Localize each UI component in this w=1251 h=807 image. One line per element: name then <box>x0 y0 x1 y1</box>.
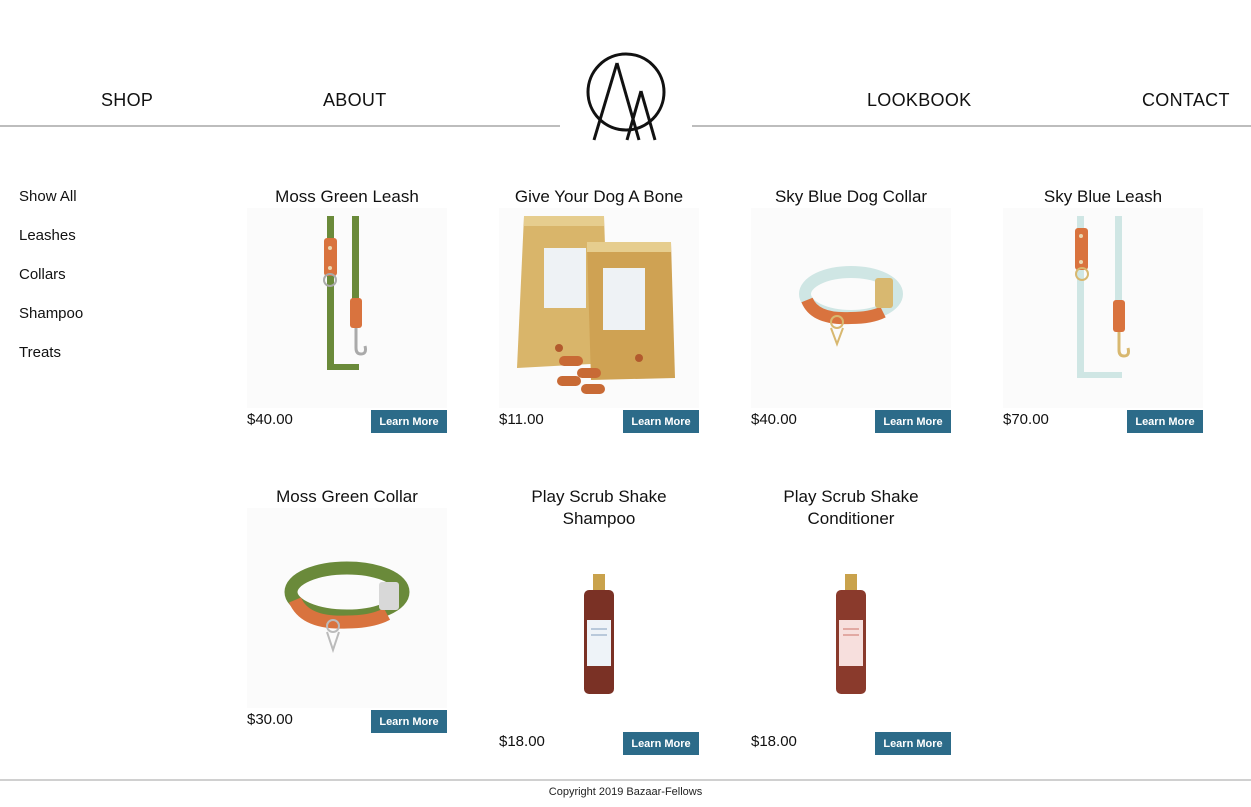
treat-bags-icon <box>517 216 675 394</box>
product-card: Moss Green Leash $40.00 Learn More <box>247 186 447 436</box>
learn-more-button[interactable]: Learn More <box>1127 410 1203 433</box>
nav-divider-right <box>692 125 1251 127</box>
learn-more-button[interactable]: Learn More <box>371 410 447 433</box>
learn-more-button[interactable]: Learn More <box>623 732 699 755</box>
sidebar-item-show-all[interactable]: Show All <box>19 188 77 205</box>
product-card: Sky Blue Dog Collar $40.00 Learn More <box>751 186 951 436</box>
product-card: Give Your Dog A Bone $11.00 Learn More <box>499 186 699 436</box>
product-image[interactable] <box>1003 208 1203 408</box>
conditioner-bottle-icon <box>836 574 866 694</box>
sidebar-item-leashes[interactable]: Leashes <box>19 227 76 244</box>
product-title: Sky Blue Leash <box>1043 187 1163 206</box>
product-card: Sky Blue Leash $70.00 Learn More <box>1003 186 1203 436</box>
green-leash-icon <box>323 216 367 370</box>
product-title: Moss Green Collar <box>276 487 418 506</box>
nav-divider-left <box>0 125 560 127</box>
product-image[interactable] <box>499 530 699 730</box>
product-card: Play Scrub Shake Conditioner $18.00 Lear… <box>751 486 951 758</box>
product-price: $11.00 <box>499 411 544 428</box>
footer-divider <box>0 779 1251 781</box>
product-image[interactable] <box>247 208 447 408</box>
nav-link-about[interactable]: ABOUT <box>323 90 387 111</box>
product-price: $40.00 <box>751 411 797 428</box>
blue-leash-icon <box>1075 216 1130 378</box>
product-title: Play Scrub Shake Conditioner <box>783 487 919 528</box>
product-price: $40.00 <box>247 411 293 428</box>
product-image[interactable] <box>499 208 699 408</box>
learn-more-button[interactable]: Learn More <box>371 710 447 733</box>
learn-more-button[interactable]: Learn More <box>875 732 951 755</box>
sidebar-item-shampoo[interactable]: Shampoo <box>19 305 83 322</box>
footer-copyright: Copyright 2019 Bazaar-Fellows <box>548 786 703 798</box>
sidebar-item-treats[interactable]: Treats <box>19 344 61 361</box>
product-title: Give Your Dog A Bone <box>514 187 684 206</box>
nav-link-shop[interactable]: SHOP <box>101 90 153 111</box>
brand-logo[interactable] <box>585 51 667 143</box>
product-title: Moss Green Leash <box>275 187 419 206</box>
product-price: $18.00 <box>751 733 797 750</box>
product-card: Play Scrub Shake Shampoo $18.00 Learn Mo… <box>499 486 699 758</box>
nav-link-lookbook[interactable]: LOOKBOOK <box>867 90 971 111</box>
product-title: Sky Blue Dog Collar <box>774 187 928 206</box>
learn-more-button[interactable]: Learn More <box>875 410 951 433</box>
product-image[interactable] <box>751 530 951 730</box>
product-image[interactable] <box>247 508 447 708</box>
shampoo-bottle-icon <box>584 574 614 694</box>
blue-collar-icon <box>799 266 903 347</box>
product-title: Play Scrub Shake Shampoo <box>531 487 667 528</box>
product-price: $70.00 <box>1003 411 1049 428</box>
learn-more-button[interactable]: Learn More <box>623 410 699 433</box>
nav-link-contact[interactable]: CONTACT <box>1142 90 1230 111</box>
product-image[interactable] <box>751 208 951 408</box>
product-card: Moss Green Collar $30.00 Learn More <box>247 486 447 736</box>
product-price: $30.00 <box>247 711 293 728</box>
sidebar-item-collars[interactable]: Collars <box>19 266 66 283</box>
product-price: $18.00 <box>499 733 545 750</box>
green-collar-icon <box>284 561 410 654</box>
